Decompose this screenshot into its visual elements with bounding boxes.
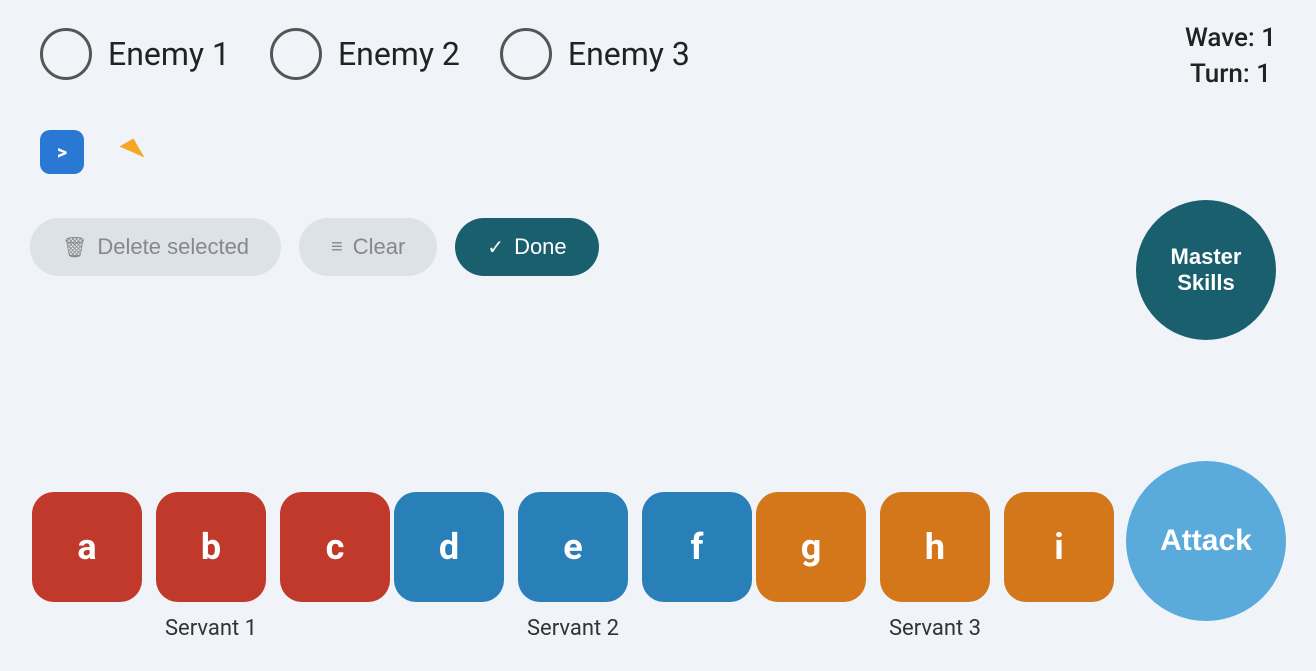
- enemy-2-item: Enemy 2: [270, 28, 460, 80]
- servant-3-group: g h i Servant 3: [754, 492, 1116, 641]
- list-icon: ≡: [331, 236, 343, 259]
- turn-label: Turn: 1: [1185, 56, 1276, 92]
- action-row: 🗑 Delete selected ≡ Clear ✓ Done: [30, 218, 599, 276]
- master-skills-label: MasterSkills: [1171, 244, 1242, 297]
- attack-label: Attack: [1160, 524, 1252, 558]
- servant-1-card-b[interactable]: b: [156, 492, 266, 602]
- servant-3-card-g[interactable]: g: [756, 492, 866, 602]
- servant-2-card-f[interactable]: f: [642, 492, 752, 602]
- servant-1-card-c[interactable]: c: [280, 492, 390, 602]
- servant-1-label: Servant 1: [165, 616, 257, 641]
- master-skills-button[interactable]: MasterSkills: [1136, 200, 1276, 340]
- servant-2-group: d e f Servant 2: [392, 492, 754, 641]
- enemy-row: Enemy 1 Enemy 2 Enemy 3: [0, 0, 1316, 80]
- trash-icon: 🗑: [62, 235, 87, 260]
- servant-3-card-i[interactable]: i: [1004, 492, 1114, 602]
- servants-area: a b c Servant 1 d e f Servant 2 g h i Se…: [30, 492, 1116, 641]
- terminal-icon[interactable]: >: [40, 130, 84, 174]
- enemy-1-label: Enemy 1: [108, 35, 230, 73]
- attack-button[interactable]: Attack: [1126, 461, 1286, 621]
- servant-2-card-e[interactable]: e: [518, 492, 628, 602]
- servant-2-cards: d e f: [394, 492, 752, 602]
- wave-label: Wave: 1: [1185, 20, 1276, 56]
- terminal-area: >: [40, 130, 140, 174]
- enemy-3-circle: [500, 28, 552, 80]
- servant-3-cards: g h i: [756, 492, 1114, 602]
- wave-info: Wave: 1 Turn: 1: [1185, 20, 1276, 93]
- enemy-2-circle: [270, 28, 322, 80]
- servant-3-label: Servant 3: [889, 616, 981, 641]
- checkmark-icon: ✓: [487, 235, 504, 260]
- enemy-1-circle: [40, 28, 92, 80]
- servant-2-label: Servant 2: [527, 616, 619, 641]
- enemy-2-label: Enemy 2: [338, 35, 460, 73]
- cursor-icon: [120, 138, 145, 165]
- servant-3-card-h[interactable]: h: [880, 492, 990, 602]
- enemy-3-item: Enemy 3: [500, 28, 690, 80]
- delete-selected-button[interactable]: 🗑 Delete selected: [30, 218, 281, 276]
- servant-2-card-d[interactable]: d: [394, 492, 504, 602]
- servant-1-card-a[interactable]: a: [32, 492, 142, 602]
- servant-1-group: a b c Servant 1: [30, 492, 392, 641]
- done-button[interactable]: ✓ Done: [455, 218, 598, 276]
- enemy-3-label: Enemy 3: [568, 35, 690, 73]
- servant-1-cards: a b c: [32, 492, 390, 602]
- enemy-1-item: Enemy 1: [40, 28, 230, 80]
- clear-button[interactable]: ≡ Clear: [299, 218, 437, 276]
